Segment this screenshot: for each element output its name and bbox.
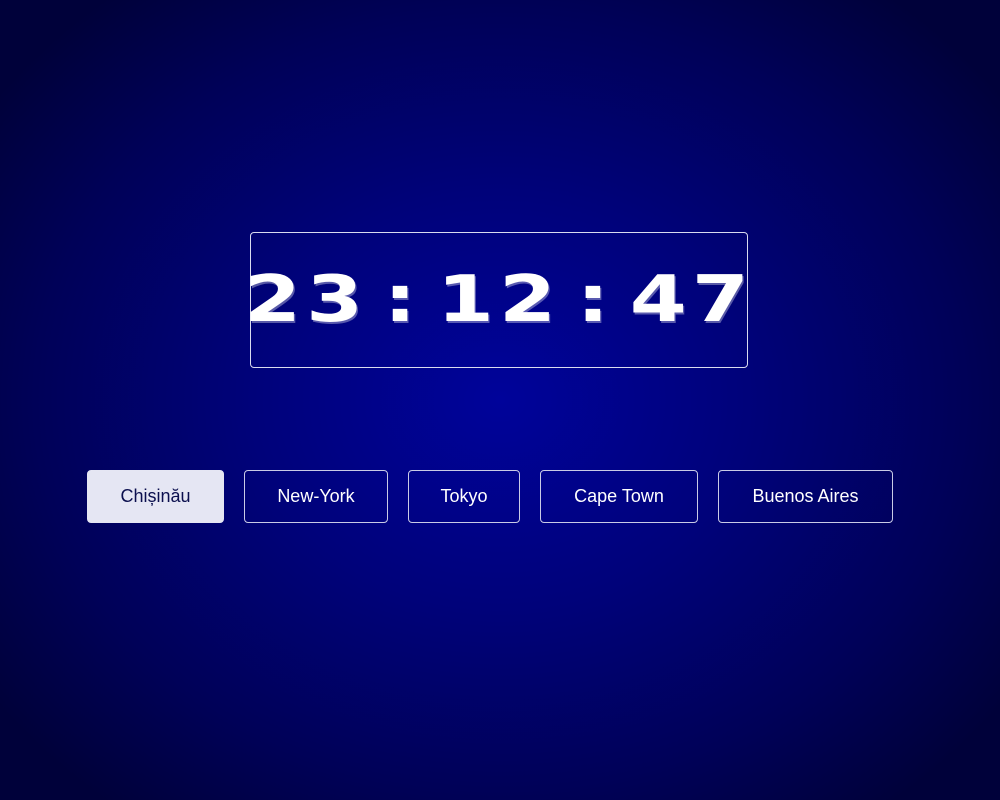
- clock-minutes: 12: [436, 263, 562, 337]
- clock-separator: :: [383, 263, 422, 337]
- city-button-new-york[interactable]: New-York: [244, 470, 388, 523]
- city-button-tokyo[interactable]: Tokyo: [408, 470, 520, 523]
- clock-separator: :: [576, 263, 615, 337]
- city-button-cape-town[interactable]: Cape Town: [540, 470, 698, 523]
- clock-seconds: 47: [629, 263, 754, 337]
- clock-hours: 23: [244, 263, 369, 337]
- city-button-buenos-aires[interactable]: Buenos Aires: [718, 470, 893, 523]
- clock-display: 23 : 12 : 47: [244, 232, 749, 368]
- clock-time: 23 : 12 : 47: [182, 233, 817, 367]
- city-button-chisinau[interactable]: Chișinău: [87, 470, 224, 523]
